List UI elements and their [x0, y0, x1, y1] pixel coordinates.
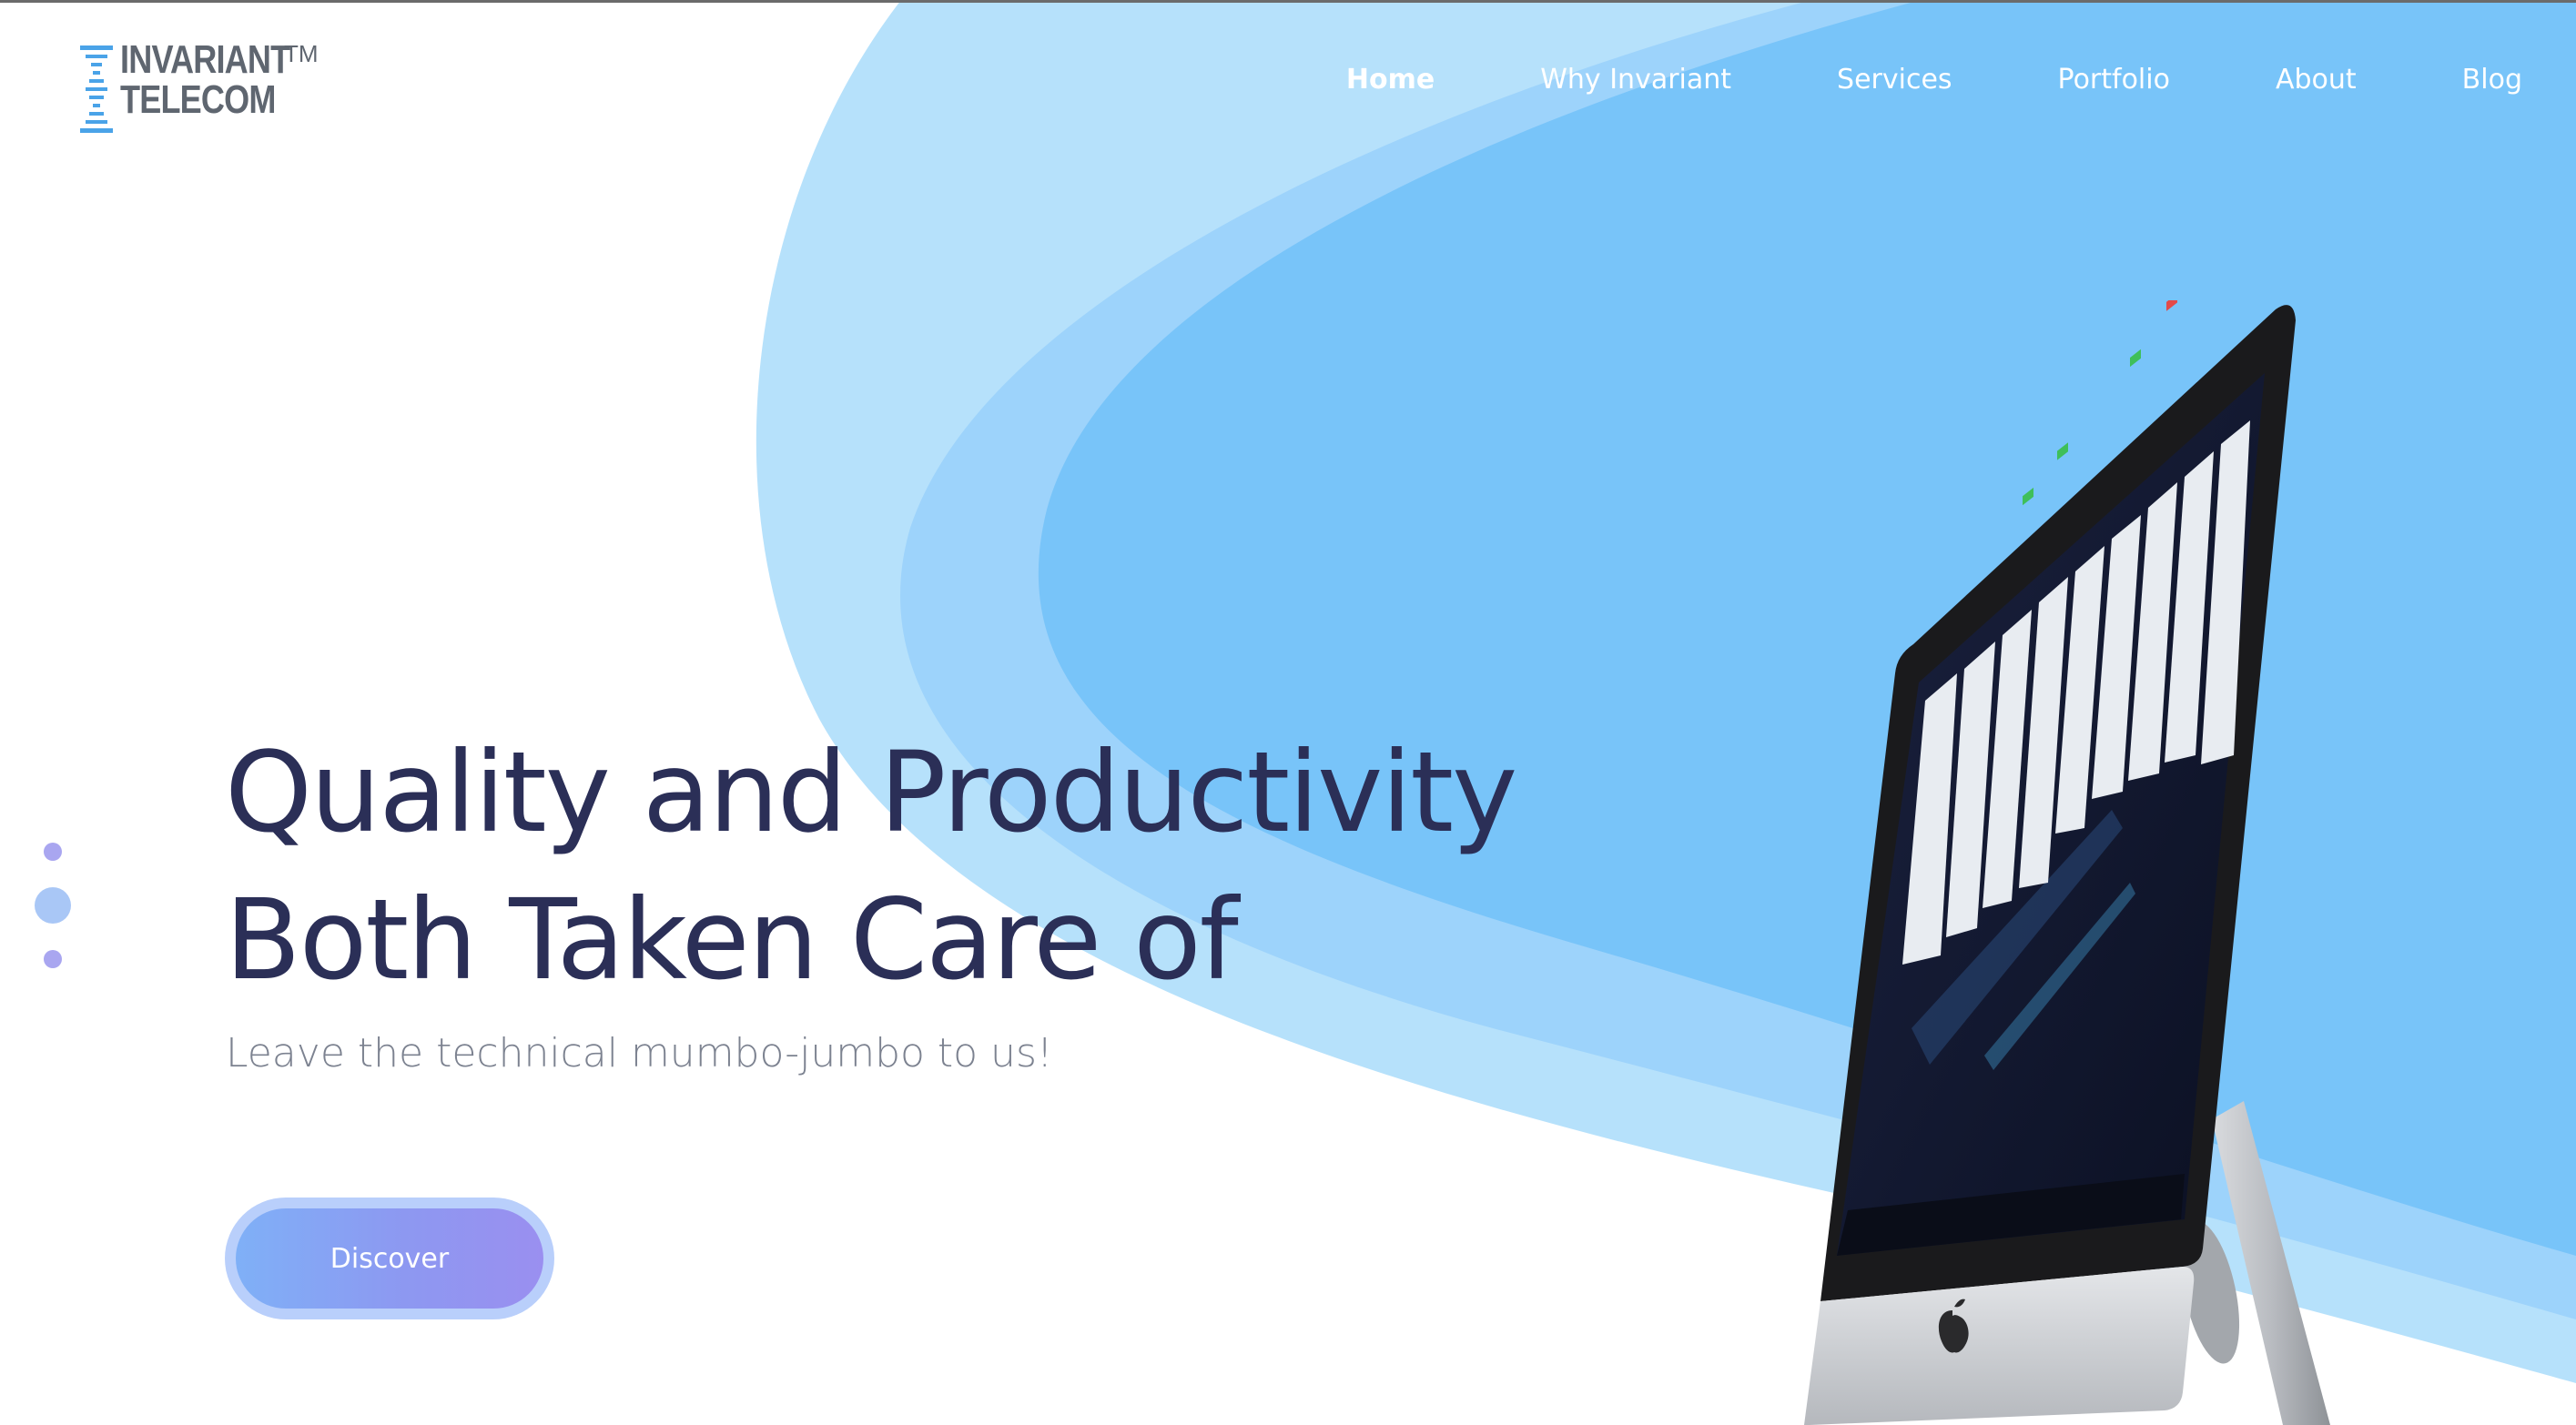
nav-item-home[interactable]: Home — [1346, 64, 1435, 96]
brand-wordmark: INVARIANT TELECOM — [120, 37, 290, 122]
imac-stand — [2212, 1101, 2330, 1425]
hero-title-line-1: Quality and Productivity — [225, 728, 1517, 857]
slider-dot-2-active[interactable] — [35, 887, 71, 924]
slider-dot-3[interactable] — [44, 950, 62, 968]
hero-title: Quality and Productivity Both Taken Care… — [225, 719, 1517, 1014]
nav-item-services[interactable]: Services — [1837, 64, 1952, 96]
discover-button[interactable]: Discover — [236, 1208, 543, 1309]
discover-button-halo: Discover — [225, 1198, 554, 1319]
nav-item-about[interactable]: About — [2276, 64, 2357, 96]
nav-item-portfolio[interactable]: Portfolio — [2058, 64, 2170, 96]
imac-illustration — [1804, 300, 2330, 1425]
slider-pagination — [33, 835, 73, 972]
landing-page: INVARIANT TELECOM TM Home Why Invariant … — [0, 0, 2576, 1425]
top-border — [0, 0, 2576, 3]
trademark-symbol: TM — [284, 40, 319, 67]
brand-line-2: TELECOM — [120, 77, 276, 122]
slider-dot-1[interactable] — [44, 843, 62, 861]
nav-item-why-invariant[interactable]: Why Invariant — [1540, 64, 1731, 96]
brand-line-1: INVARIANT — [120, 37, 290, 82]
main-nav: Home Why Invariant Services Portfolio Ab… — [1241, 64, 2522, 96]
nav-item-blog[interactable]: Blog — [2462, 64, 2522, 96]
dna-ladder-icon — [80, 45, 113, 133]
hero-subtitle: Leave the technical mumbo-jumbo to us! — [226, 1030, 1053, 1076]
brand-logo[interactable]: INVARIANT TELECOM TM — [78, 40, 327, 133]
hero-title-line-2: Both Taken Care of — [225, 875, 1239, 1005]
